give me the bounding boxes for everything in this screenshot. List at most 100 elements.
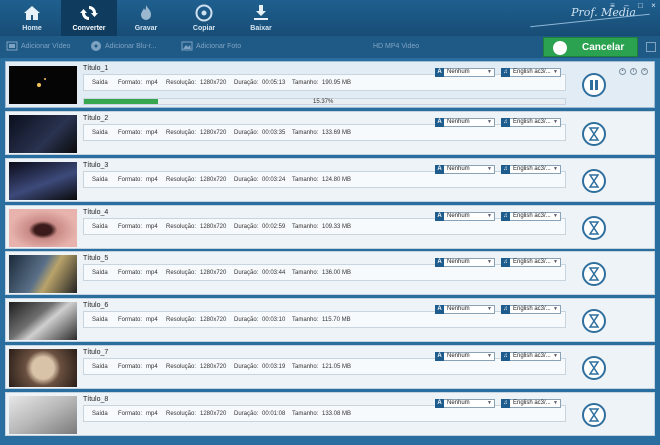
audio-select[interactable]: ♫ English ac3/... ▼ <box>501 258 561 267</box>
audio-select[interactable]: ♫ English ac3/... ▼ <box>501 352 561 361</box>
waiting-status[interactable] <box>582 262 606 286</box>
resolution-value: 1280x720 <box>200 80 227 86</box>
add-disc-label: Adicionar Blu-r... <box>105 43 157 50</box>
duration-key: Duração: <box>234 224 259 230</box>
format-key: Formato: <box>118 130 143 136</box>
chevron-down-icon: ▼ <box>553 400 558 406</box>
waiting-status[interactable] <box>582 309 606 333</box>
audio-select[interactable]: ♫ English ac3/... ▼ <box>501 68 561 77</box>
sidebar-toggle-icon[interactable] <box>646 42 656 52</box>
resolution-key: Resolução: <box>166 177 197 183</box>
thumbnail <box>9 115 77 153</box>
add-disc-button[interactable]: Adicionar Blu-r... <box>90 40 156 54</box>
task-list: Título_1 Saída Formato: mp4 Resolução: 1… <box>5 61 655 441</box>
tab-home[interactable]: Home <box>4 0 60 36</box>
progress-fill <box>84 99 158 104</box>
output-format-label[interactable]: HD MP4 Video <box>373 40 419 54</box>
tab-copiar[interactable]: Copiar <box>176 0 232 36</box>
item-title: Título_5 <box>83 255 109 262</box>
subtitle-icon: A <box>435 165 444 174</box>
size-value: 124.80 MB <box>322 177 352 183</box>
list-item[interactable]: Título_1 Saída Formato: mp4 Resolução: 1… <box>5 61 655 108</box>
subtitle-select[interactable]: A Nenhum ▼ <box>435 305 495 314</box>
audio-icon: ♫ <box>501 352 510 361</box>
subtitle-select[interactable]: A Nenhum ▼ <box>435 68 495 77</box>
cancel-label: Cancelar <box>582 42 625 53</box>
remove-icon[interactable]: × <box>641 68 648 75</box>
tab-baixar[interactable]: Baixar <box>233 0 289 36</box>
add-photo-button[interactable]: Adicionar Foto <box>181 40 241 54</box>
cancel-button[interactable]: Cancelar <box>543 37 638 57</box>
output-label: Saída <box>92 364 108 370</box>
waiting-status[interactable] <box>582 403 606 427</box>
output-label: Saída <box>92 317 108 323</box>
format-value: mp4 <box>146 270 158 276</box>
list-item[interactable]: Título_4 Saída Formato: mp4 Resolução: 1… <box>5 205 655 249</box>
subtitle-select[interactable]: A Nenhum ▼ <box>435 118 495 127</box>
subtitle-select[interactable]: A Nenhum ▼ <box>435 258 495 267</box>
subtitle-icon: A <box>435 258 444 267</box>
info-icon[interactable]: i <box>630 68 637 75</box>
list-item[interactable]: Título_5 Saída Formato: mp4 Resolução: 1… <box>5 251 655 295</box>
audio-select[interactable]: ♫ English ac3/... ▼ <box>501 118 561 127</box>
audio-icon: ♫ <box>501 305 510 314</box>
waiting-status[interactable] <box>582 169 606 193</box>
format-value: mp4 <box>146 224 158 230</box>
tab-gravar[interactable]: Gravar <box>118 0 174 36</box>
list-item[interactable]: Título_6 Saída Formato: mp4 Resolução: 1… <box>5 298 655 342</box>
thumbnail <box>9 66 77 104</box>
format-value: mp4 <box>146 130 158 136</box>
resolution-value: 1280x720 <box>200 411 227 417</box>
menu-icon[interactable]: ≡ <box>606 0 619 12</box>
resolution-value: 1280x720 <box>200 224 227 230</box>
list-item[interactable]: Título_7 Saída Formato: mp4 Resolução: 1… <box>5 345 655 389</box>
waiting-status[interactable] <box>582 122 606 146</box>
chevron-down-icon: ▼ <box>487 353 492 359</box>
home-icon <box>24 6 40 20</box>
thumbnail <box>9 162 77 200</box>
list-item[interactable]: Título_8 Saída Formato: mp4 Resolução: 1… <box>5 392 655 436</box>
thumbnail <box>9 302 77 340</box>
format-value: mp4 <box>146 177 158 183</box>
duration-key: Duração: <box>234 317 259 323</box>
waiting-status[interactable] <box>582 216 606 240</box>
subtitle-select[interactable]: A Nenhum ▼ <box>435 212 495 221</box>
audio-select[interactable]: ♫ English ac3/... ▼ <box>501 305 561 314</box>
list-item[interactable]: Título_2 Saída Formato: mp4 Resolução: 1… <box>5 111 655 155</box>
output-label: Saída <box>92 80 108 86</box>
subtitle-select[interactable]: A Nenhum ▼ <box>435 165 495 174</box>
duration-key: Duração: <box>234 411 259 417</box>
audio-select[interactable]: ♫ English ac3/... ▼ <box>501 165 561 174</box>
subtitle-select[interactable]: A Nenhum ▼ <box>435 352 495 361</box>
progress-label: 15.37% <box>313 99 334 105</box>
duration-value: 00:03:44 <box>262 270 286 276</box>
resolution-value: 1280x720 <box>200 364 227 370</box>
item-title: Título_4 <box>83 209 109 216</box>
maximize-icon[interactable]: □ <box>634 0 647 12</box>
burn-icon <box>141 5 151 20</box>
resolution-value: 1280x720 <box>200 270 227 276</box>
add-video-button[interactable]: Adicionar Vídeo <box>6 40 70 54</box>
size-value: 133.69 MB <box>322 130 352 136</box>
minimize-icon[interactable]: – <box>620 0 633 12</box>
item-title: Título_6 <box>83 302 109 309</box>
audio-icon: ♫ <box>501 68 510 77</box>
duration-key: Duração: <box>234 270 259 276</box>
thumbnail <box>9 349 77 387</box>
size-value: 133.08 MB <box>322 411 352 417</box>
film-icon <box>6 41 18 51</box>
format-key: Formato: <box>118 224 143 230</box>
audio-select[interactable]: ♫ English ac3/... ▼ <box>501 212 561 221</box>
close-icon[interactable]: × <box>647 0 660 12</box>
subtitle-select[interactable]: A Nenhum ▼ <box>435 399 495 408</box>
tab-converter[interactable]: Converter <box>61 0 117 36</box>
settings-icon[interactable]: • <box>619 68 626 75</box>
size-key: Tamanho: <box>292 364 319 370</box>
pause-button[interactable] <box>582 73 606 97</box>
list-item[interactable]: Título_3 Saída Formato: mp4 Resolução: 1… <box>5 158 655 202</box>
waiting-status[interactable] <box>582 356 606 380</box>
output-label: Saída <box>92 270 108 276</box>
resolution-key: Resolução: <box>166 80 197 86</box>
output-label: Saída <box>92 130 108 136</box>
audio-select[interactable]: ♫ English ac3/... ▼ <box>501 399 561 408</box>
